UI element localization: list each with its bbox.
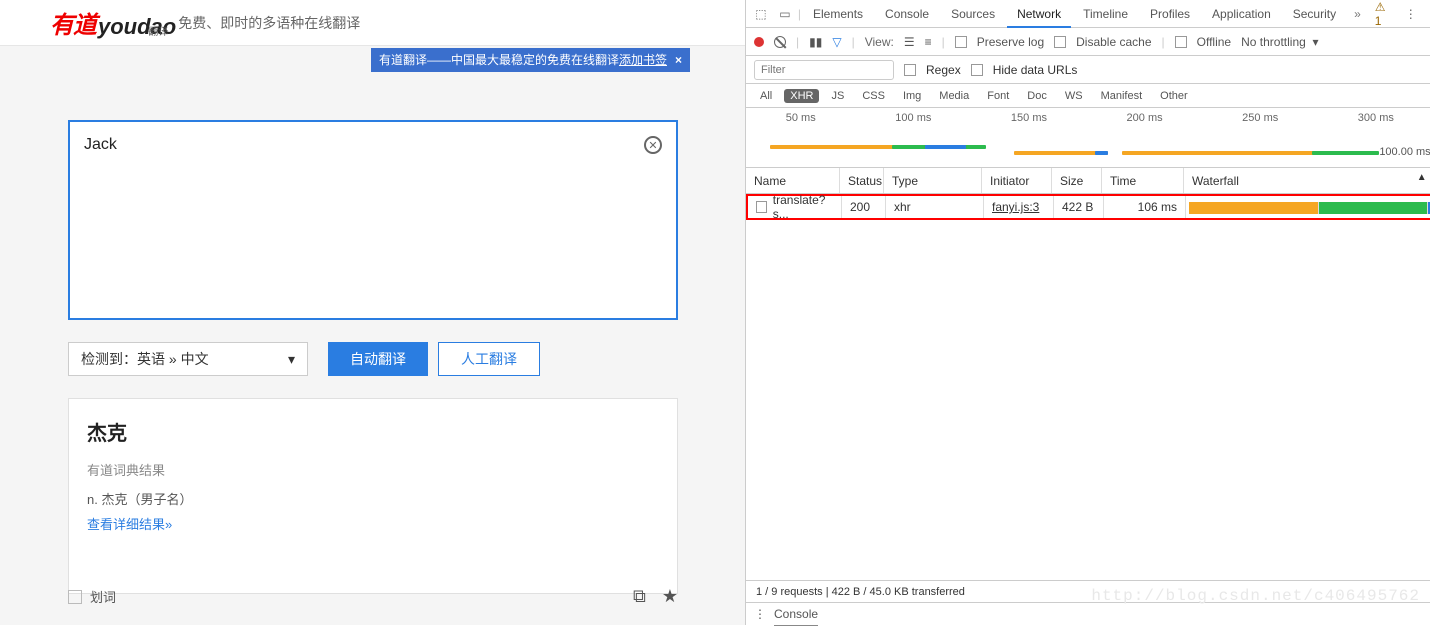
console-drawer[interactable]: ⋮ Console (746, 603, 1430, 625)
devtools-panel: ⬚ ▭ | Elements Console Sources Network T… (745, 0, 1430, 625)
regex-checkbox[interactable] (904, 64, 916, 76)
col-initiator[interactable]: Initiator (982, 168, 1052, 193)
page-header: 有道 youdao 翻译 免费、即时的多语种在线翻译 (0, 0, 745, 46)
manual-translate-button[interactable]: 人工翻译 (438, 342, 540, 376)
logo-red: 有道 (50, 5, 96, 40)
tab-application[interactable]: Application (1202, 0, 1281, 28)
disable-cache-checkbox[interactable] (1054, 36, 1066, 48)
huaci-label: 划词 (90, 587, 116, 606)
tab-network[interactable]: Network (1007, 0, 1071, 28)
hide-label: Hide data URLs (993, 63, 1078, 77)
dict-label: 有道词典结果 (87, 460, 659, 479)
devtools-tabs: ⬚ ▭ | Elements Console Sources Network T… (746, 0, 1430, 28)
network-body: http://blog.csdn.net/c406495762 (746, 220, 1430, 581)
col-status[interactable]: Status (840, 168, 884, 193)
bookmark-text: 有道翻译——中国最大最稳定的免费在线翻译 (379, 48, 619, 72)
result-title: 杰克 (87, 417, 659, 446)
filter-input[interactable] (754, 60, 894, 80)
bookmark-banner: 有道翻译——中国最大最稳定的免费在线翻译 添加书签 × (371, 48, 690, 72)
auto-translate-button[interactable]: 自动翻译 (328, 342, 428, 376)
watermark: http://blog.csdn.net/c406495762 (1091, 587, 1420, 605)
translate-input[interactable]: Jack ✕ (68, 120, 678, 320)
bookmark-link[interactable]: 添加书签 (619, 48, 667, 72)
tagline: 免费、即时的多语种在线翻译 (178, 13, 360, 33)
preserve-checkbox[interactable] (955, 36, 967, 48)
col-type[interactable]: Type (884, 168, 982, 193)
dict-more-link[interactable]: 查看详细结果» (87, 514, 659, 533)
bookmark-close-icon[interactable]: × (675, 48, 682, 72)
type-filter-row: All XHR JS CSS Img Media Font Doc WS Man… (746, 84, 1430, 108)
content-area: Jack ✕ 检测到：英语 » 中文 ▾ 自动翻译 人工翻译 杰克 有道词典结果… (0, 46, 745, 594)
tab-sources[interactable]: Sources (941, 0, 1005, 28)
initiator-link[interactable]: fanyi.js:3 (992, 200, 1039, 214)
record-icon[interactable] (754, 37, 764, 47)
type-all[interactable]: All (754, 89, 778, 103)
overview-timeline[interactable]: 50 ms 100 ms 150 ms 200 ms 250 ms 300 ms (746, 108, 1430, 168)
warning-badge[interactable]: ⚠ 1 (1371, 0, 1398, 28)
row-waterfall (1186, 196, 1430, 218)
tab-security[interactable]: Security (1283, 0, 1346, 28)
tab-timeline[interactable]: Timeline (1073, 0, 1138, 28)
view-label: View: (865, 35, 894, 49)
inspect-icon[interactable]: ⬚ (750, 2, 772, 26)
drawer-kebab-icon[interactable]: ⋮ (754, 603, 766, 625)
network-table-header: Name Status Type Initiator Size Time Wat… (746, 168, 1430, 194)
filter-icon[interactable]: ▽ (832, 35, 841, 49)
language-select[interactable]: 检测到：英语 » 中文 ▾ (68, 342, 308, 376)
type-font[interactable]: Font (981, 89, 1015, 103)
result-box: 杰克 有道词典结果 n. 杰克（男子名） 查看详细结果» (68, 398, 678, 594)
tab-console[interactable]: Console (875, 0, 939, 28)
type-xhr[interactable]: XHR (784, 89, 819, 103)
type-media[interactable]: Media (933, 89, 975, 103)
regex-label: Regex (926, 63, 961, 77)
hide-checkbox[interactable] (971, 64, 983, 76)
type-img[interactable]: Img (897, 89, 927, 103)
clear-input-icon[interactable]: ✕ (644, 136, 662, 154)
view-large-icon[interactable]: ☰ (904, 35, 915, 49)
kebab-icon[interactable]: ⋮ (1400, 2, 1422, 26)
tab-elements[interactable]: Elements (803, 0, 873, 28)
console-tab-label[interactable]: Console (774, 603, 818, 626)
col-time[interactable]: Time (1102, 168, 1184, 193)
network-row-translate[interactable]: translate?s... 200 xhr fanyi.js:3 422 B … (746, 194, 1430, 220)
star-icon[interactable]: ★ (662, 586, 678, 607)
tab-profiles[interactable]: Profiles (1140, 0, 1200, 28)
type-js[interactable]: JS (825, 89, 850, 103)
disable-cache-label: Disable cache (1076, 35, 1151, 49)
logo-under: 翻译 (148, 23, 168, 38)
youdao-page: 有道 youdao 翻译 免费、即时的多语种在线翻译 有道翻译——中国最大最稳定… (0, 0, 745, 625)
bottom-icons: ⧉ ★ (633, 586, 678, 607)
offline-label: Offline (1197, 35, 1231, 49)
offline-checkbox[interactable] (1175, 36, 1187, 48)
wf-scale: 100.00 ms (1379, 146, 1430, 158)
chevron-down-icon: ▾ (288, 351, 295, 368)
type-other[interactable]: Other (1154, 89, 1194, 103)
dict-entry: n. 杰克（男子名） (87, 489, 659, 508)
input-text: Jack (84, 136, 117, 153)
throttling-select[interactable]: No throttling ▾ (1241, 35, 1318, 49)
col-name[interactable]: Name (746, 168, 840, 193)
view-small-icon[interactable]: ≡ (925, 35, 932, 49)
type-manifest[interactable]: Manifest (1095, 89, 1149, 103)
lang-label: 检测到：英语 » 中文 (81, 349, 209, 369)
controls-row: 检测到：英语 » 中文 ▾ 自动翻译 人工翻译 (68, 342, 677, 376)
filter-row: Regex Hide data URLs (746, 56, 1430, 84)
clear-icon[interactable] (774, 36, 786, 48)
type-ws[interactable]: WS (1059, 89, 1089, 103)
device-icon[interactable]: ▭ (774, 2, 796, 26)
network-toolbar: | ▮▮ ▽ | View: ☰ ≡ | Preserve log Disabl… (746, 28, 1430, 56)
logo[interactable]: 有道 youdao 翻译 (50, 5, 168, 40)
type-doc[interactable]: Doc (1021, 89, 1053, 103)
camera-icon[interactable]: ▮▮ (809, 35, 822, 49)
huaci-toggle[interactable]: 划词 (68, 587, 116, 606)
bottom-bar: 划词 ⧉ ★ (68, 586, 678, 607)
more-tabs-icon[interactable]: » (1348, 7, 1367, 21)
close-devtools-icon[interactable]: ✕ (1424, 2, 1430, 26)
col-size[interactable]: Size (1052, 168, 1102, 193)
type-css[interactable]: CSS (856, 89, 891, 103)
preserve-label: Preserve log (977, 35, 1044, 49)
copy-icon[interactable]: ⧉ (633, 586, 646, 607)
col-waterfall[interactable]: Waterfall 100.00 ms ▲ (1184, 168, 1430, 193)
huaci-checkbox[interactable] (68, 590, 82, 604)
